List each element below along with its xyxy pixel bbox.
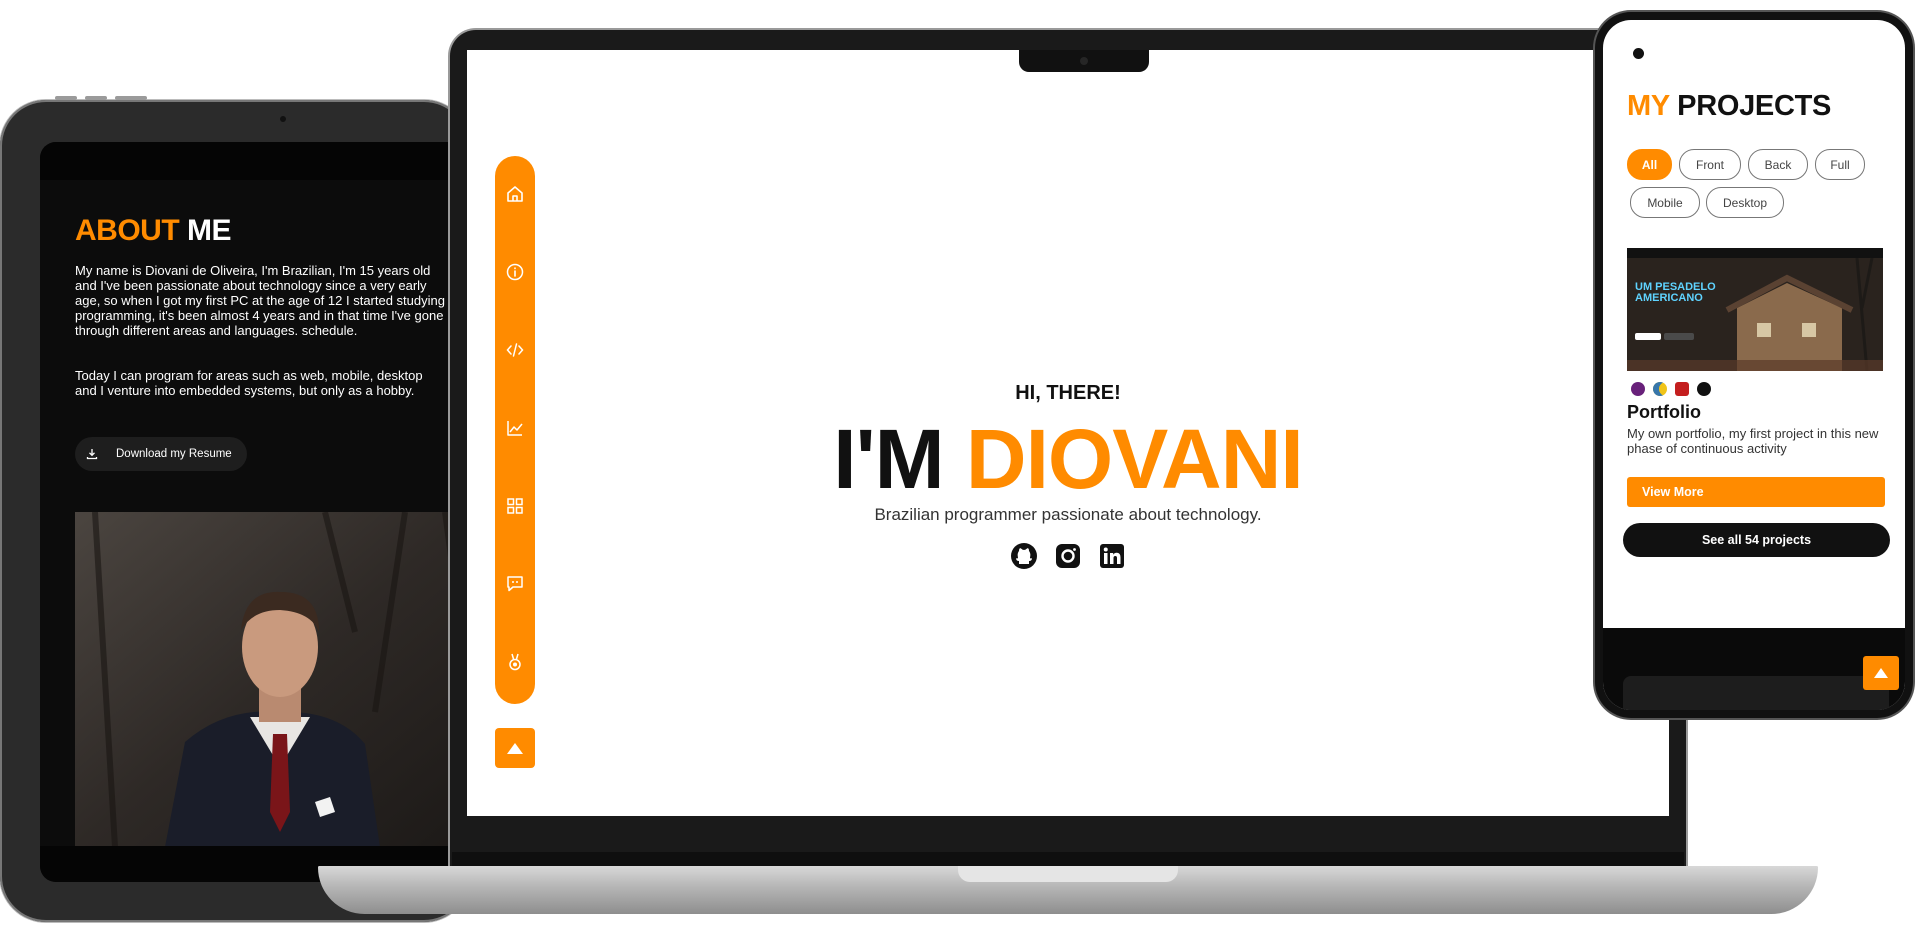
about-title-highlight: ABOUT <box>75 214 180 247</box>
about-paragraph: Today I can program for areas such as we… <box>75 368 423 398</box>
code-icon[interactable] <box>505 340 525 360</box>
filter-chip-desktop[interactable]: Desktop <box>1706 187 1784 218</box>
tablet-button <box>115 96 147 100</box>
about-title: ABOUT ME <box>75 214 232 248</box>
project-description: My own portfolio, my first project in th… <box>1627 426 1879 456</box>
project-name: Portfolio <box>1627 402 1701 422</box>
phone-camera <box>1633 48 1644 59</box>
project-thumbnail[interactable]: UM PESADELO AMERICANO <box>1627 248 1883 371</box>
ruby-icon <box>1675 382 1689 396</box>
see-all-projects-button[interactable]: See all 54 projects <box>1623 523 1890 557</box>
filter-chip-front[interactable]: Front <box>1679 149 1741 180</box>
tablet-screen: ABOUT ME My name is Diovani de Oliveira,… <box>40 142 470 882</box>
laptop-notch <box>1019 50 1149 72</box>
tablet-camera <box>280 116 286 122</box>
arrow-up-icon <box>1874 668 1888 678</box>
chart-icon[interactable] <box>505 418 525 438</box>
filter-chip-full[interactable]: Full <box>1815 149 1865 180</box>
download-icon <box>86 449 98 460</box>
laptop-opening-notch <box>958 866 1178 882</box>
social-links <box>467 542 1669 570</box>
phone-scroll-top-button[interactable] <box>1863 656 1899 690</box>
filter-chip-mobile[interactable]: Mobile <box>1630 187 1700 218</box>
github-icon[interactable] <box>1010 542 1038 570</box>
info-icon[interactable] <box>505 262 525 282</box>
arrow-up-icon <box>507 743 523 754</box>
home-icon[interactable] <box>505 184 525 204</box>
view-more-button[interactable]: View More <box>1627 477 1885 507</box>
grid-icon[interactable] <box>505 496 525 516</box>
tablet-device: ABOUT ME My name is Diovani de Oliveira,… <box>0 96 470 922</box>
linkedin-icon[interactable] <box>1098 542 1126 570</box>
chat-icon[interactable] <box>505 574 525 594</box>
filter-chip-back[interactable]: Back <box>1748 149 1808 180</box>
filter-chip-all[interactable]: All <box>1627 149 1672 180</box>
scroll-top-button[interactable] <box>495 728 535 768</box>
project-thumbnail-title: UM PESADELO AMERICANO <box>1635 281 1716 304</box>
projects-title-highlight: MY <box>1627 90 1670 122</box>
tablet-button <box>55 96 77 100</box>
side-navigation <box>495 156 535 704</box>
tablet-button <box>85 96 107 100</box>
about-title-rest: ME <box>187 214 232 247</box>
hero-subtitle: Brazilian programmer passionate about te… <box>874 505 1262 524</box>
download-resume-button[interactable]: Download my Resume <box>75 437 247 471</box>
projects-title-rest: PROJECTS <box>1677 90 1832 122</box>
laptop-base <box>318 866 1818 914</box>
hero-headline-name: DIOVANI <box>965 412 1304 506</box>
csharp-icon <box>1631 382 1645 396</box>
hero-greeting: HI, THERE! <box>1015 382 1121 404</box>
next-section-card <box>1623 676 1889 710</box>
phone-device: MY PROJECTS All Front Back Full Mobile D… <box>1595 12 1913 718</box>
nextjs-icon <box>1697 382 1711 396</box>
hero-headline-prefix: I'M <box>833 412 944 506</box>
download-resume-label: Download my Resume <box>116 448 232 460</box>
laptop-device: HI, THERE! I'M DIOVANI Brazilian program… <box>450 30 1686 866</box>
laptop-screen: HI, THERE! I'M DIOVANI Brazilian program… <box>467 50 1669 816</box>
medal-icon[interactable] <box>505 652 525 672</box>
profile-photo <box>75 512 470 847</box>
python-icon <box>1653 382 1667 396</box>
projects-title: MY PROJECTS <box>1627 90 1831 123</box>
tablet-status-bar <box>40 142 470 180</box>
hero-headline: I'M DIOVANI <box>467 414 1669 504</box>
about-paragraph: My name is Diovani de Oliveira, I'm Braz… <box>75 263 445 338</box>
laptop-camera <box>1080 57 1088 65</box>
instagram-icon[interactable] <box>1054 542 1082 570</box>
phone-screen: MY PROJECTS All Front Back Full Mobile D… <box>1603 20 1905 710</box>
